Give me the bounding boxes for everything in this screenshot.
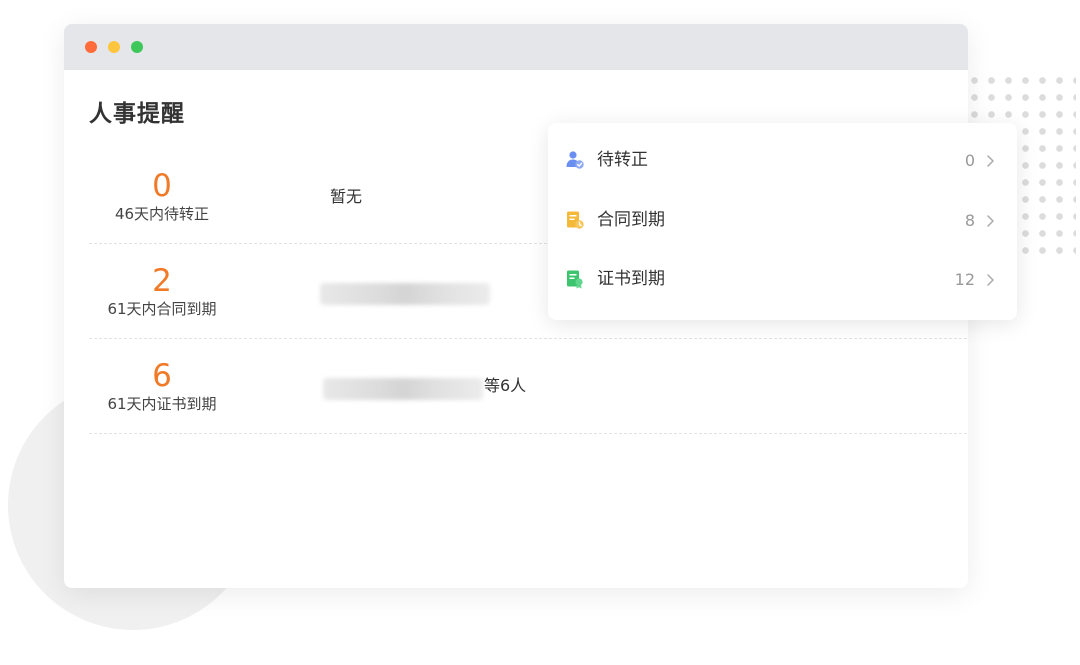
certificate-icon xyxy=(567,270,583,289)
reminder-detail: 暂无 xyxy=(330,187,363,206)
reminder-label: 46天内待转正 xyxy=(114,205,210,223)
popup-item-count: 8 xyxy=(964,211,975,230)
popup-item-contract[interactable]: 合同到期 8 xyxy=(548,195,1017,245)
popup-item-label: 证书到期 xyxy=(597,269,665,289)
reminder-count: 0 xyxy=(152,168,172,204)
maximize-window-button[interactable] xyxy=(131,41,143,53)
chevron-right-icon xyxy=(987,274,994,286)
chevron-right-icon xyxy=(987,215,994,227)
close-window-button[interactable] xyxy=(85,41,97,53)
reminder-label: 61天内合同到期 xyxy=(107,300,217,318)
chevron-right-icon xyxy=(987,155,994,167)
reminder-count: 2 xyxy=(152,263,172,299)
reminder-popup-card: 待转正 0 合同到期 8 证书到期 12 xyxy=(548,123,1017,320)
person-check-icon xyxy=(566,151,584,169)
contract-icon xyxy=(567,211,584,229)
popup-item-count: 12 xyxy=(954,270,975,289)
reminder-count: 6 xyxy=(152,358,172,394)
reminder-label: 61天内证书到期 xyxy=(107,395,217,413)
popup-item-label: 待转正 xyxy=(597,150,648,170)
page-title: 人事提醒 xyxy=(89,101,185,127)
popup-item-certificate[interactable]: 证书到期 12 xyxy=(548,254,1017,304)
reminder-row-certificate[interactable]: 6 61天内证书到期 等6人 xyxy=(89,339,967,434)
blurred-names xyxy=(323,378,483,400)
popup-item-count: 0 xyxy=(964,151,975,170)
blurred-names xyxy=(320,283,490,305)
window-titlebar xyxy=(64,24,968,70)
popup-item-probation[interactable]: 待转正 0 xyxy=(548,135,1017,185)
minimize-window-button[interactable] xyxy=(108,41,120,53)
popup-item-label: 合同到期 xyxy=(597,210,665,230)
reminder-detail-suffix: 等6人 xyxy=(484,376,527,395)
